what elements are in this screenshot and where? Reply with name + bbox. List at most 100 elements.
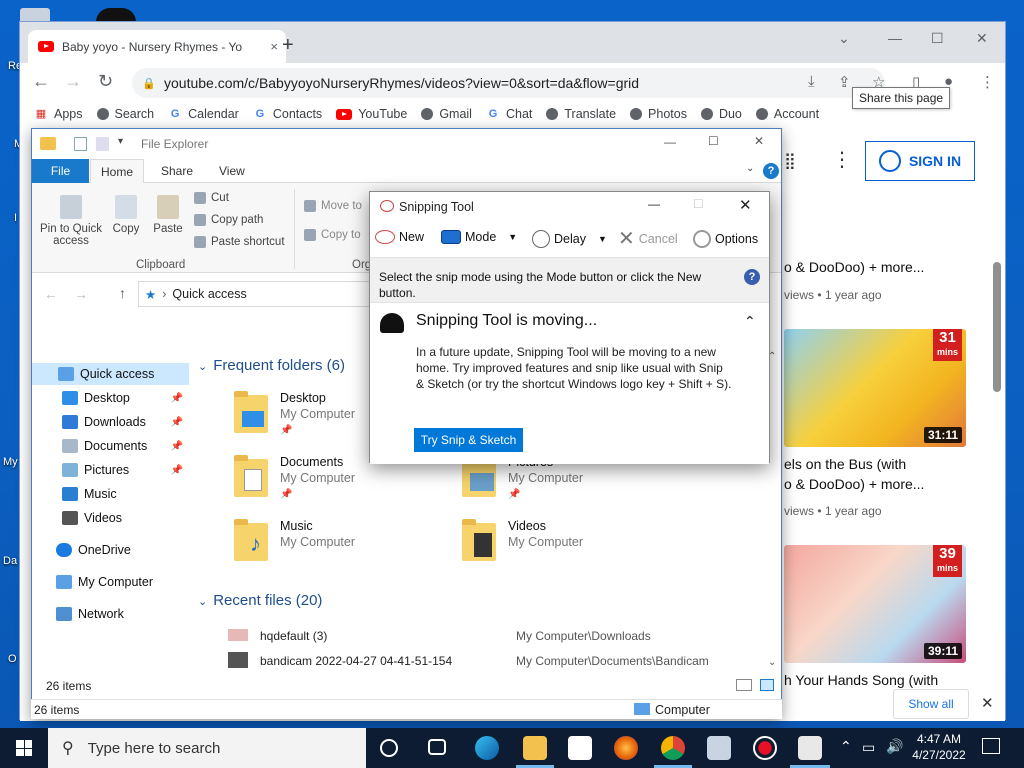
copy-button[interactable]: Copy [110,195,142,235]
close-icon[interactable]: ✕ [981,694,994,712]
firefox-icon[interactable] [614,736,638,760]
copy-to-button[interactable]: Copy to [304,229,361,241]
folder-videos[interactable]: Videos My Computer [462,519,684,579]
widgets-icon[interactable] [428,739,446,755]
bookmark-apps[interactable]: ▦ Apps [34,107,83,121]
new-snip-button[interactable]: New [375,230,424,244]
chevron-down-icon[interactable]: ⌄ [746,163,754,174]
tab-share[interactable]: Share [151,159,203,183]
back-icon[interactable]: ← [44,286,58,302]
bookmark-translate[interactable]: Translate [546,107,616,121]
video-title-2a[interactable]: els on the Bus (with [784,456,906,472]
clock[interactable]: 4:47 AM 4/27/2022 [910,731,968,763]
large-icons-view-icon[interactable] [760,679,774,691]
back-icon[interactable]: ← [32,71,50,92]
cut-button[interactable]: Cut [194,192,229,204]
collapse-chevron-icon[interactable]: ⌃ [744,313,756,330]
close-icon[interactable]: ✕ [739,196,752,214]
video-title-2b[interactable]: o & DooDoo) + more... [784,476,924,492]
help-icon[interactable]: ? [744,269,760,285]
address-bar[interactable]: 🔒 youtube.com/c/BabyyoyoNurseryRhymes/vi… [132,68,885,98]
address-box[interactable]: ★ › Quick access [138,281,378,307]
nav-network[interactable]: Network [32,603,189,625]
tab-view[interactable]: View [209,159,255,183]
bookmark-gmail[interactable]: Gmail [421,107,472,121]
properties-icon[interactable] [74,137,87,151]
minimize-icon[interactable]: — [664,135,676,149]
nav-my-computer[interactable]: My Computer [32,571,189,593]
frequent-folders-header[interactable]: ⌄ Frequent folders (6) [198,357,345,374]
start-button[interactable] [0,728,48,768]
options-button[interactable]: Options [693,230,758,248]
tab-file[interactable]: File [32,159,89,183]
taskbar-search[interactable]: ⚲ Type here to search [48,728,366,768]
store-icon[interactable] [568,736,592,760]
paste-shortcut-button[interactable]: Paste shortcut [194,236,285,248]
details-view-icon[interactable] [736,679,752,691]
pin-to-quick-access-button[interactable]: Pin to Quick access [38,195,104,247]
network-icon[interactable]: ▭ [862,739,875,756]
remote-desktop-icon[interactable] [707,736,731,760]
help-icon[interactable]: ? [763,163,779,179]
bookmark-youtube[interactable]: YouTube [336,107,407,121]
forward-icon[interactable]: → [74,286,88,302]
forward-icon[interactable]: → [64,71,82,92]
notifications-icon[interactable] [982,738,1000,754]
nav-desktop[interactable]: Desktop 📌 [32,387,189,409]
bookmark-contacts[interactable]: G Contacts [253,107,323,121]
sign-in-button[interactable]: SIGN IN [865,141,975,181]
nav-quick-access[interactable]: Quick access [32,363,189,385]
show-all-button[interactable]: Show all [893,689,969,719]
nav-documents[interactable]: Documents 📌 [32,435,189,457]
nav-music[interactable]: Music [32,483,189,505]
folder-music[interactable]: ♪ Music My Computer [234,519,456,579]
bookmark-duo[interactable]: Duo [700,107,742,121]
chrome-icon[interactable] [661,736,685,760]
nav-pictures[interactable]: Pictures 📌 [32,459,189,481]
new-tab-button[interactable]: + [282,35,294,55]
move-to-button[interactable]: Move to [304,200,362,212]
menu-icon[interactable]: ⋮ [980,73,995,91]
volume-icon[interactable]: 🔊 [886,738,903,755]
close-icon[interactable]: ✕ [976,30,988,47]
video-thumbnail-3[interactable]: 39 mins 39:11 [784,545,966,663]
nav-onedrive[interactable]: OneDrive [32,539,189,561]
folder-documents[interactable]: Documents My Computer 📌 [234,455,456,515]
paste-button[interactable]: Paste [151,195,185,235]
settings-menu-icon[interactable]: ⋮ [832,147,852,172]
try-snip-sketch-button[interactable]: Try Snip & Sketch [414,428,523,452]
new-folder-icon[interactable] [96,137,109,151]
file-explorer-icon[interactable] [523,736,547,760]
nav-downloads[interactable]: Downloads 📌 [32,411,189,433]
mode-button[interactable]: Mode ▼ [441,230,517,244]
copy-path-button[interactable]: Copy path [194,214,263,226]
scroll-down-icon[interactable]: ⌄ [768,657,776,668]
avatar[interactable] [96,8,136,22]
page-scrollbar[interactable] [993,262,1001,392]
folder-pictures[interactable]: Pictures My Computer 📌 [462,455,684,515]
recent-files-header[interactable]: ⌄ Recent files (20) [198,592,322,609]
video-title-3[interactable]: h Your Hands Song (with [784,672,938,688]
snipping-tool-taskbar-icon[interactable] [798,736,822,760]
chevron-down-icon[interactable]: ▾ [118,136,123,147]
close-icon[interactable]: ✕ [754,134,764,148]
video-thumbnail-2[interactable]: 31 mins 31:11 [784,329,966,447]
task-view-icon[interactable] [380,739,398,757]
browser-tab[interactable]: Baby yoyo - Nursery Rhymes - Yo × [28,30,286,63]
record-icon[interactable] [753,736,777,760]
nav-videos[interactable]: Videos [32,507,189,529]
reload-icon[interactable]: ↻ [98,71,113,92]
bookmark-account[interactable]: Account [755,107,819,121]
video-title-1[interactable]: o & DooDoo) + more... [784,259,924,275]
close-tab-icon[interactable]: × [270,39,278,54]
chevron-up-icon[interactable]: ⌃ [840,738,852,755]
apps-grid-icon[interactable]: ⣿ [784,151,796,171]
bookmark-photos[interactable]: Photos [630,107,687,121]
minimize-icon[interactable]: — [888,30,902,46]
bookmark-search[interactable]: Search [96,107,154,121]
minimize-icon[interactable]: — [648,197,660,211]
bookmark-chat[interactable]: G Chat [486,107,533,121]
install-icon[interactable]: ⤓ [808,73,815,90]
delay-button[interactable]: Delay ▼ [532,230,607,248]
chevron-down-icon[interactable]: ⌄ [838,30,850,47]
